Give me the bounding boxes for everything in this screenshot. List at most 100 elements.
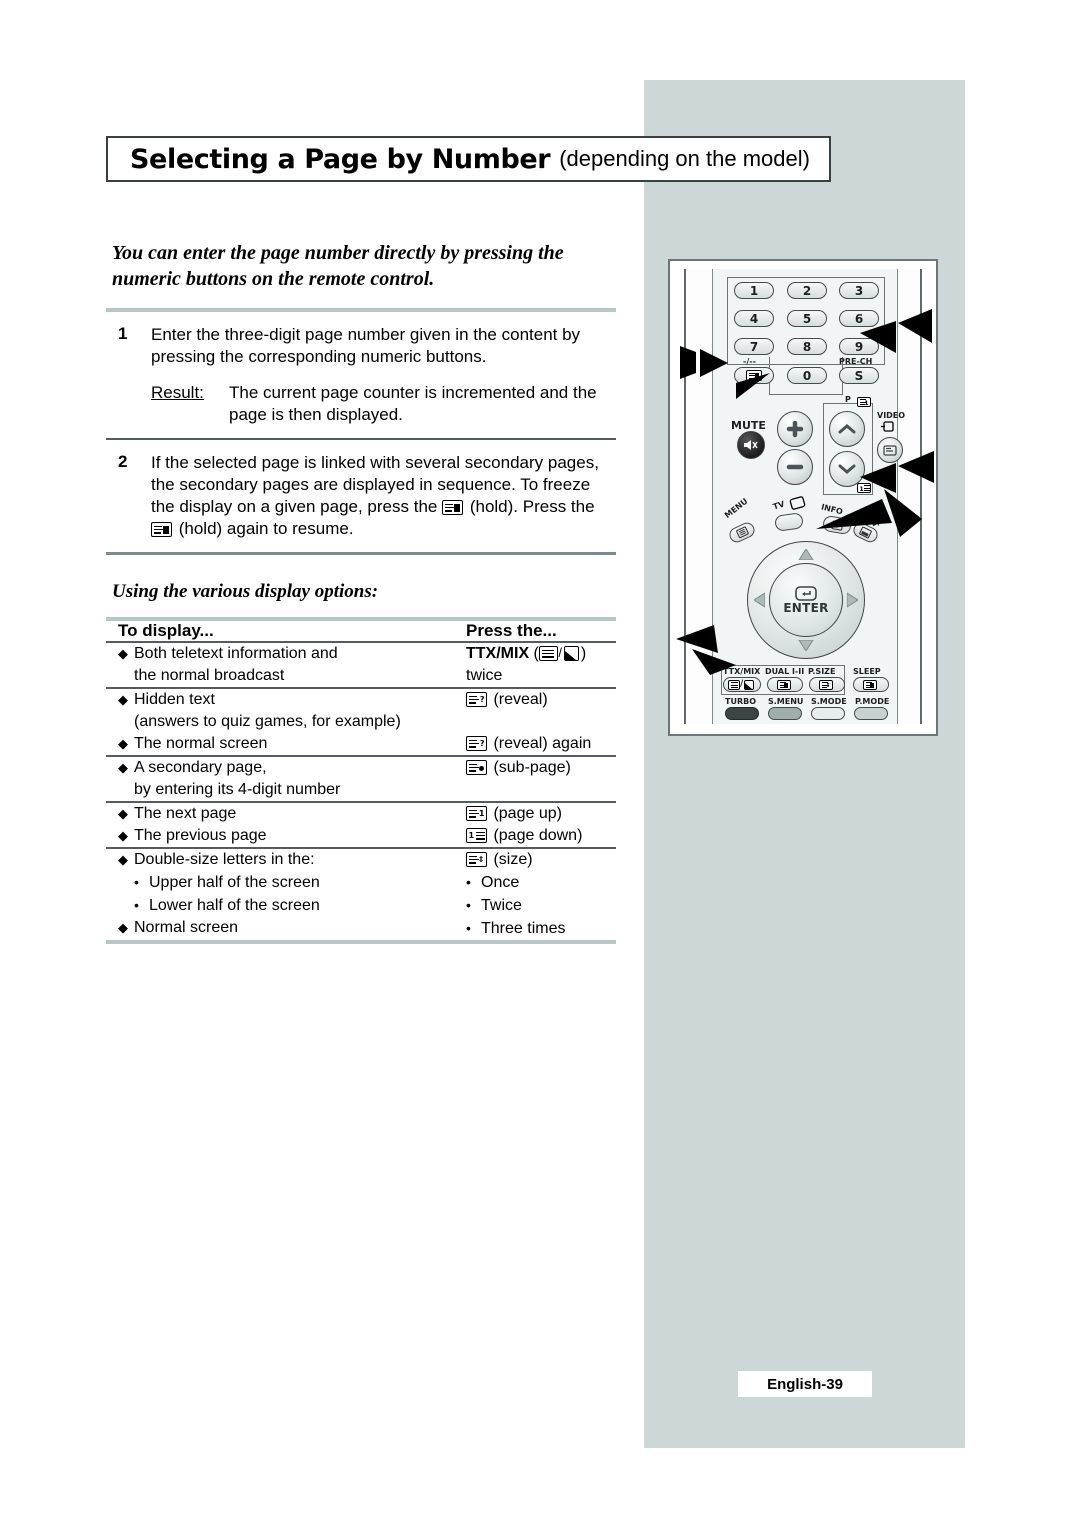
enter-icon: [795, 585, 817, 601]
hold-key-label: -/--: [743, 357, 756, 366]
bullet-diamond-icon: ◆: [118, 806, 128, 821]
remote-key-6[interactable]: 6: [839, 310, 879, 327]
remote-key-7[interactable]: 7: [734, 338, 774, 355]
remote-key-2[interactable]: 2: [787, 282, 827, 299]
remote-key-ttxmix[interactable]: /: [723, 677, 761, 692]
remote-key-program-up[interactable]: [829, 411, 865, 447]
remote-key-volume-up[interactable]: [777, 411, 813, 447]
step-1: 1 Enter the three-digit page number give…: [106, 312, 616, 438]
page-title-main: Selecting a Page by Number: [130, 143, 551, 175]
remote-key-prech[interactable]: S: [839, 367, 879, 384]
enter-label: ENTER: [783, 600, 829, 615]
column-header-to-display: To display...: [118, 621, 214, 640]
step-2-number: 2: [118, 452, 128, 471]
step-1-result-text: The current page counter is incremented …: [229, 383, 597, 424]
row-3-press-text: (reveal) again: [493, 735, 592, 752]
remote-key-8[interactable]: 8: [787, 338, 827, 355]
remote-key-volume-down[interactable]: [777, 449, 813, 485]
row-1-line-2: the normal broadcast: [134, 667, 285, 684]
table-row: ◆ A secondary page, by entering its 4-dig…: [106, 757, 616, 801]
mute-label: MUTE: [731, 419, 766, 432]
divider: [106, 552, 616, 555]
prech-label: PRE-CH: [839, 357, 873, 366]
remote-control-illustration: 1 2 3 4 5 6 7 8 9 0 -/-- PRE-CH S MUTE P…: [668, 259, 938, 736]
remote-key-0[interactable]: 0: [787, 367, 827, 384]
remote-key-pmode[interactable]: [854, 707, 888, 720]
ttx-mix-icon: /: [538, 645, 579, 661]
row-2-press-text: (reveal): [493, 691, 548, 708]
page-title: Selecting a Page by Number (depending on…: [106, 136, 831, 182]
remote-key-info[interactable]: [821, 514, 853, 536]
row-7-press-sub-2: Twice: [481, 897, 522, 914]
remote-key-3[interactable]: 3: [839, 282, 879, 299]
column-header-press-the: Press the...: [466, 621, 557, 640]
ttx-mix-icon: /: [728, 679, 754, 690]
table-row: ◆ The next page 1 (page up): [106, 803, 616, 825]
bullet-diamond-icon: ◆: [118, 760, 128, 775]
bullet-dot-icon: •: [134, 874, 139, 890]
row-7-sub-1: Upper half of the screen: [149, 874, 320, 891]
remote-key-1[interactable]: 1: [734, 282, 774, 299]
table-header-row: To display... Press the...: [106, 621, 616, 641]
page-up-icon: 1: [857, 397, 871, 407]
hold-icon: [151, 522, 172, 537]
bottom-label-ttxmix: TTX/MIX: [723, 667, 761, 676]
remote-key-9[interactable]: 9: [839, 338, 879, 355]
remote-key-turbo[interactable]: [725, 707, 759, 720]
row-8-press-sub-1: Three times: [481, 920, 566, 937]
table-row: ◆ The previous page 1 (page down): [106, 825, 616, 847]
row-4-line-2: by entering its 4-digit number: [134, 781, 341, 798]
main-content: You can enter the page number directly b…: [106, 240, 616, 944]
bottom-label-dual: DUAL I-II: [765, 667, 805, 676]
step-2-text: If the selected page is linked with seve…: [151, 452, 616, 540]
step-1-result: Result: The current page counter is incr…: [151, 382, 616, 426]
dpad-up-icon: [798, 549, 814, 560]
reveal-icon: ?: [466, 736, 487, 751]
remote-key-program-down[interactable]: [829, 451, 865, 487]
remote-key-dual[interactable]: [767, 677, 803, 692]
tv-icon: [789, 496, 806, 510]
hold-icon: [442, 500, 464, 515]
bullet-dot-icon: •: [466, 897, 471, 913]
mute-icon: [744, 440, 758, 450]
row-7-press-sub-1: Once: [481, 874, 520, 891]
menu-label: MENU: [723, 496, 750, 521]
bullet-diamond-icon: ◆: [118, 692, 128, 707]
remote-key-enter[interactable]: ENTER: [769, 563, 843, 637]
info-icon: [831, 519, 843, 531]
remote-key-sleep[interactable]: [853, 677, 889, 692]
step-1-result-label: Result:: [151, 383, 204, 402]
remote-key-tv[interactable]: [774, 512, 804, 532]
plus-icon: [786, 420, 804, 438]
exit-icon: [859, 526, 872, 539]
remote-key-4[interactable]: 4: [734, 310, 774, 327]
table-row: ◆ Hidden text (answers to quiz games, for…: [106, 689, 616, 733]
remote-key-hold[interactable]: [734, 367, 774, 384]
tv-label: TV: [771, 499, 786, 512]
row-1-line-1: Both teletext information and: [134, 645, 338, 662]
remote-key-smode[interactable]: [811, 707, 845, 720]
intro-paragraph: You can enter the page number directly b…: [112, 242, 564, 290]
video-input-icon: [881, 421, 894, 432]
divider: [106, 940, 616, 944]
video-label: VIDEO: [877, 411, 906, 420]
menu-icon: [735, 526, 749, 539]
table-row: ◆ Normal screen • Three times: [106, 917, 616, 940]
hold-icon: [746, 370, 762, 381]
bullet-dot-icon: •: [466, 920, 471, 936]
screen-icon: [883, 444, 897, 456]
row-4-line-1: A secondary page,: [134, 759, 267, 776]
row-7-sub-2: Lower half of the screen: [149, 897, 320, 914]
remote-key-5[interactable]: 5: [787, 310, 827, 327]
bottom-label-psize: P.SIZE: [808, 667, 836, 676]
remote-key-smenu[interactable]: [768, 707, 802, 720]
remote-key-menu[interactable]: [727, 520, 757, 545]
sleep-icon: [863, 679, 877, 690]
bottom-label-sleep: SLEEP: [853, 667, 881, 676]
remote-key-psize[interactable]: ⇕: [809, 677, 845, 692]
remote-key-video[interactable]: [877, 437, 903, 463]
bullet-diamond-icon: ◆: [118, 646, 128, 661]
remote-key-mute[interactable]: [737, 431, 765, 459]
row-5-press-text: (page up): [493, 805, 562, 822]
step-2: 2 If the selected page is linked with se…: [106, 440, 616, 552]
